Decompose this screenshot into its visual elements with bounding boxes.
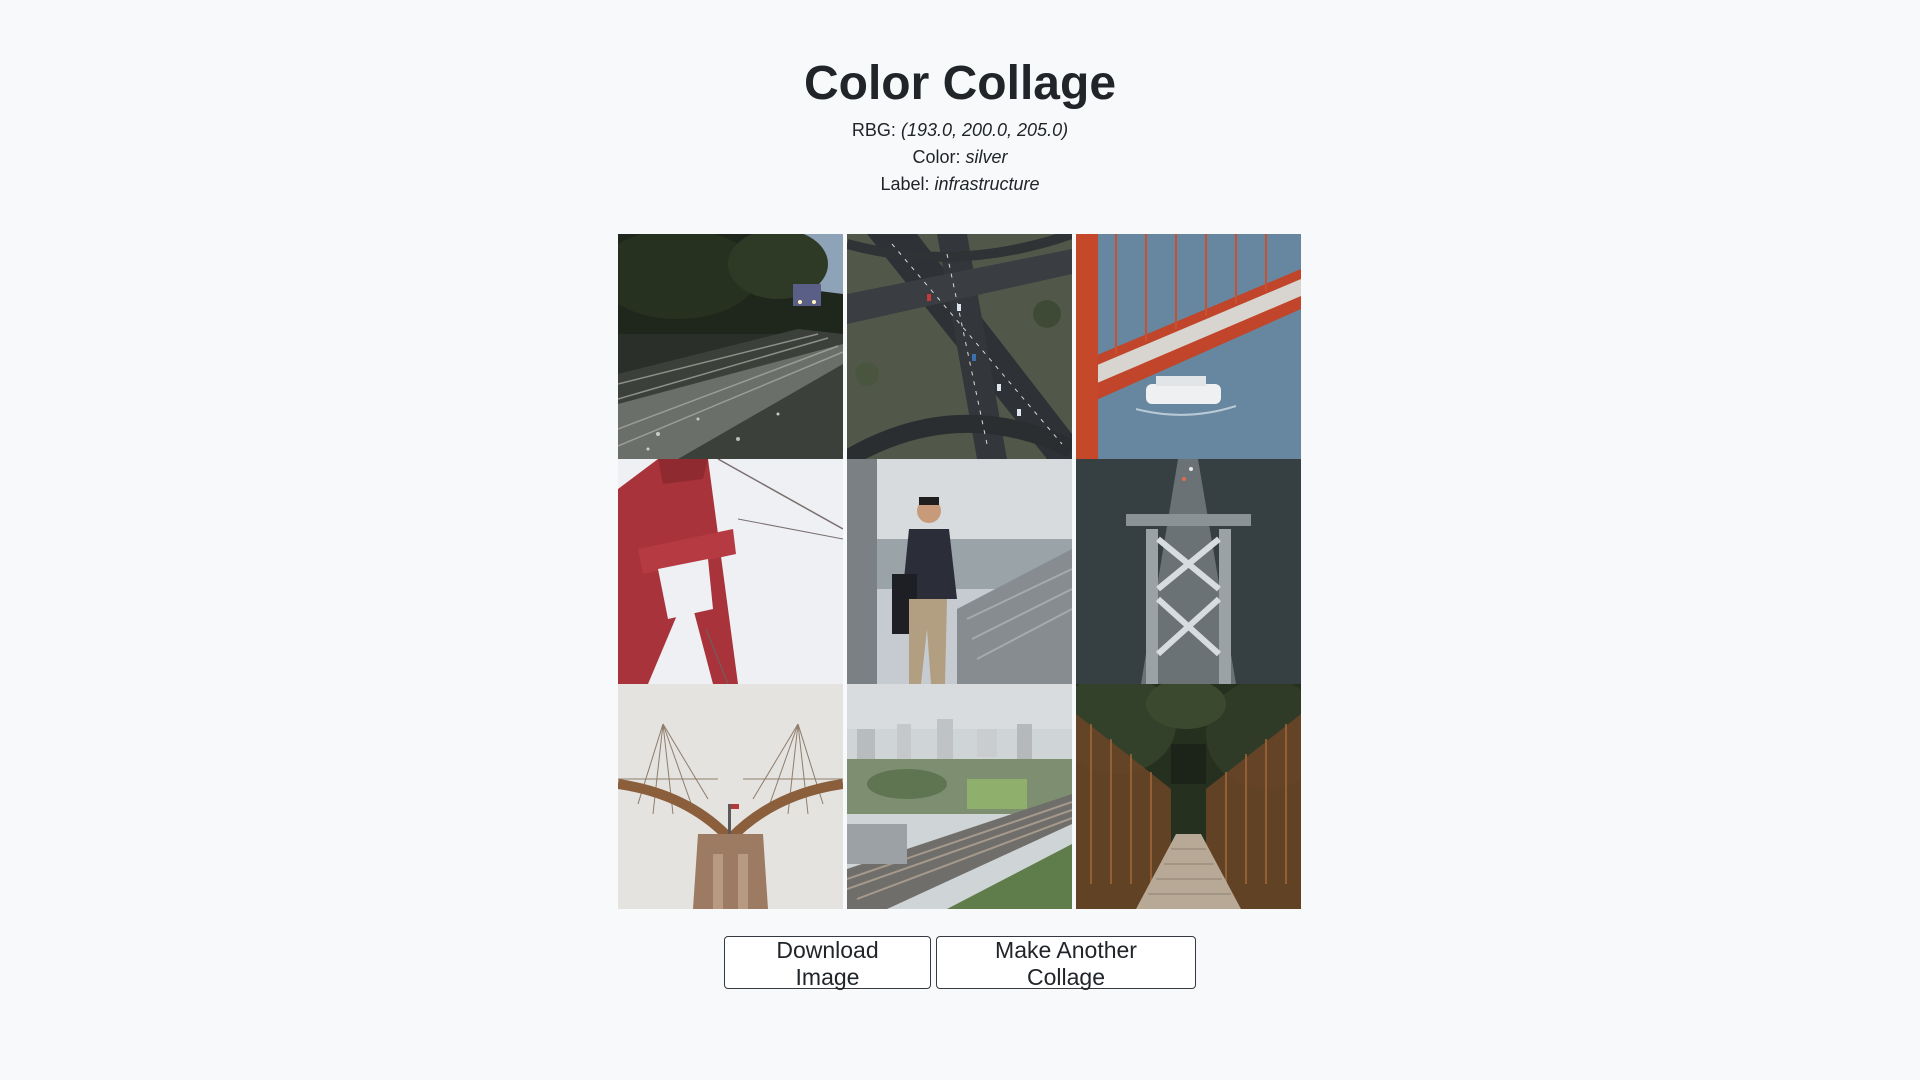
color-label: Color: bbox=[912, 147, 961, 167]
railway-track-forest-photo bbox=[618, 234, 843, 459]
collage-tile-highway-interchange[interactable] bbox=[847, 234, 1072, 459]
rope-bridge-forest-photo bbox=[1076, 684, 1301, 909]
label-value: infrastructure bbox=[934, 174, 1040, 194]
download-image-button[interactable]: Download Image bbox=[724, 936, 931, 990]
collage-grid bbox=[618, 234, 1302, 909]
collage-tile-red-tower[interactable] bbox=[618, 459, 843, 684]
color-value: silver bbox=[965, 147, 1008, 167]
page-title: Color Collage bbox=[803, 57, 1117, 110]
red-bridge-ferry-aerial-photo bbox=[1076, 234, 1301, 459]
highway-interchange-aerial-photo bbox=[847, 234, 1072, 459]
suspension-bridge-cables-photo bbox=[618, 684, 843, 909]
make-another-collage-button[interactable]: Make Another Collage bbox=[936, 936, 1196, 990]
city-rail-lines-aerial-photo bbox=[847, 684, 1072, 909]
color-line: Color: silver bbox=[0, 145, 1920, 169]
label-line: Label: infrastructure bbox=[0, 172, 1920, 196]
collage-tile-rope-bridge[interactable] bbox=[1076, 684, 1301, 909]
collage-tile-suspension-cables[interactable] bbox=[618, 684, 843, 909]
collage-tile-bridge-tower-water[interactable] bbox=[1076, 459, 1301, 684]
collage-tile-city-rail[interactable] bbox=[847, 684, 1072, 909]
man-on-balcony-city-photo bbox=[847, 459, 1072, 684]
collage-tile-railway-track[interactable] bbox=[618, 234, 843, 459]
collage-tile-red-bridge-ferry[interactable] bbox=[1076, 234, 1301, 459]
rgb-value: (193.0, 200.0, 205.0) bbox=[900, 120, 1069, 140]
label-label: Label: bbox=[880, 174, 930, 194]
red-bridge-tower-upward-photo bbox=[618, 459, 843, 684]
bridge-tower-over-water-aerial-photo bbox=[1076, 459, 1301, 684]
rgb-label: RBG: bbox=[851, 120, 896, 140]
action-bar: Download Image Make Another Collage bbox=[0, 936, 1920, 990]
collage-tile-man-balcony[interactable] bbox=[847, 459, 1072, 684]
rgb-line: RBG: (193.0, 200.0, 205.0) bbox=[0, 118, 1920, 142]
collage-page: Color Collage RBG: (193.0, 200.0, 205.0)… bbox=[0, 0, 1920, 1080]
